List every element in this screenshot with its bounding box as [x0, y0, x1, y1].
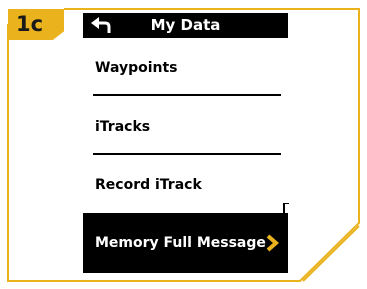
screen-header: My Data — [83, 13, 288, 38]
menu-item-itracks[interactable]: iTracks — [95, 119, 150, 135]
scroll-indicator — [283, 203, 289, 235]
divider — [93, 94, 281, 96]
device-screen: My Data Waypoints iTracks Record iTrack … — [83, 13, 289, 273]
page-title: My Data — [150, 16, 221, 34]
chevron-right-icon — [266, 234, 279, 252]
menu-item-waypoints[interactable]: Waypoints — [95, 60, 178, 76]
menu-item-record-itrack[interactable]: Record iTrack — [95, 177, 202, 193]
menu-item-memory-full-message[interactable]: Memory Full Message — [83, 213, 288, 273]
menu-item-label: Memory Full Message — [95, 235, 266, 251]
divider — [93, 153, 281, 155]
step-badge: 1c — [8, 9, 64, 40]
